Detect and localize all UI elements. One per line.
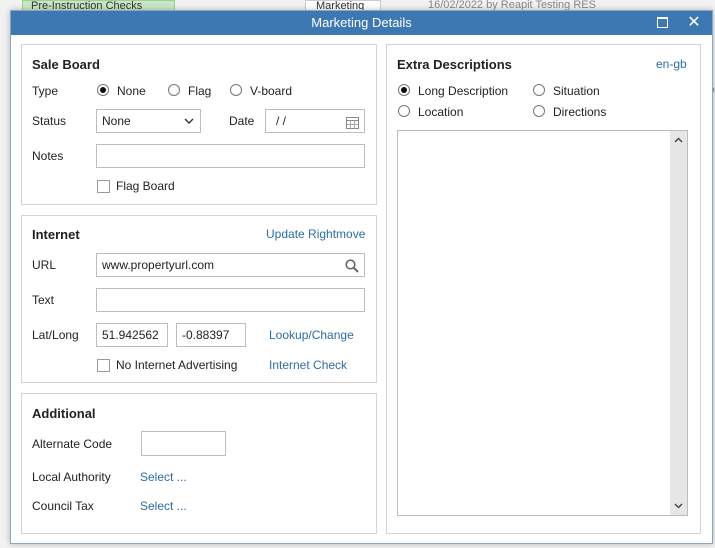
update-rightmove-link[interactable]: Update Rightmove xyxy=(266,227,365,241)
internet-check-link[interactable]: Internet Check xyxy=(269,358,347,372)
url-value: www.propertyurl.com xyxy=(102,258,215,272)
close-icon: ✕ xyxy=(687,14,701,31)
dialog-title: Marketing Details xyxy=(311,15,412,30)
sale-board-title: Sale Board xyxy=(32,57,100,72)
chevron-down-icon xyxy=(184,110,194,132)
close-button[interactable]: ✕ xyxy=(682,11,706,35)
url-label: URL xyxy=(32,258,57,272)
longitude-input[interactable]: -0.88397 xyxy=(176,323,246,347)
long-description-label[interactable]: Long Description xyxy=(418,84,508,98)
maximize-button[interactable] xyxy=(650,11,674,35)
internet-title: Internet xyxy=(32,227,80,242)
text-input[interactable] xyxy=(96,288,365,312)
type-label: Type xyxy=(32,84,59,98)
language-link[interactable]: en-gb xyxy=(656,57,687,71)
council-tax-select-link[interactable]: Select ... xyxy=(140,499,187,513)
type-vboard-label[interactable]: V-board xyxy=(250,84,292,98)
marketing-details-dialog: Marketing Details ✕ Sale Board Type None… xyxy=(10,10,713,544)
local-authority-label: Local Authority xyxy=(32,470,111,484)
status-label: Status xyxy=(32,114,67,128)
location-radio[interactable] xyxy=(398,105,410,117)
location-label[interactable]: Location xyxy=(418,105,463,119)
title-bar[interactable]: Marketing Details ✕ xyxy=(11,11,712,35)
status-select[interactable]: None xyxy=(96,109,201,133)
situation-radio[interactable] xyxy=(533,84,545,96)
status-select-value: None xyxy=(102,114,131,128)
date-input[interactable]: / / xyxy=(265,109,365,133)
extra-descriptions-title: Extra Descriptions xyxy=(397,57,512,72)
calendar-icon[interactable] xyxy=(346,114,359,132)
type-vboard-radio[interactable] xyxy=(230,84,242,96)
type-none-label[interactable]: None xyxy=(117,84,146,98)
long-description-radio[interactable] xyxy=(398,84,410,96)
url-input[interactable]: www.propertyurl.com xyxy=(96,253,365,277)
directions-radio[interactable] xyxy=(533,105,545,117)
scroll-up-icon[interactable] xyxy=(670,132,687,148)
type-flag-label[interactable]: Flag xyxy=(188,84,211,98)
no-internet-advertising-label[interactable]: No Internet Advertising xyxy=(116,358,237,372)
type-flag-radio[interactable] xyxy=(168,84,180,96)
council-tax-label: Council Tax xyxy=(32,499,94,513)
type-none-radio[interactable] xyxy=(97,84,109,96)
alternate-code-input[interactable] xyxy=(141,431,226,456)
background-history-line: 16/02/2022 by Reapit Testing RES xyxy=(428,0,596,11)
vertical-scrollbar[interactable] xyxy=(670,131,687,515)
flag-board-label[interactable]: Flag Board xyxy=(116,179,175,193)
date-label: Date xyxy=(229,114,255,128)
no-internet-advertising-checkbox[interactable] xyxy=(97,359,110,372)
notes-input[interactable] xyxy=(96,144,365,168)
date-value: / / xyxy=(276,114,287,128)
situation-label[interactable]: Situation xyxy=(553,84,600,98)
scroll-down-icon[interactable] xyxy=(670,498,687,514)
latlong-label: Lat/Long xyxy=(32,328,79,342)
alternate-code-label: Alternate Code xyxy=(32,437,113,451)
latitude-input[interactable]: 51.942562 xyxy=(96,323,168,347)
flag-board-checkbox[interactable] xyxy=(97,180,110,193)
text-label: Text xyxy=(32,293,55,307)
lookup-change-link[interactable]: Lookup/Change xyxy=(269,328,354,342)
description-textarea[interactable] xyxy=(397,130,688,516)
local-authority-select-link[interactable]: Select ... xyxy=(140,470,187,484)
search-icon[interactable] xyxy=(345,258,359,276)
notes-label: Notes xyxy=(32,149,64,163)
additional-title: Additional xyxy=(32,406,96,421)
directions-label[interactable]: Directions xyxy=(553,105,606,119)
maximize-icon xyxy=(656,17,668,29)
